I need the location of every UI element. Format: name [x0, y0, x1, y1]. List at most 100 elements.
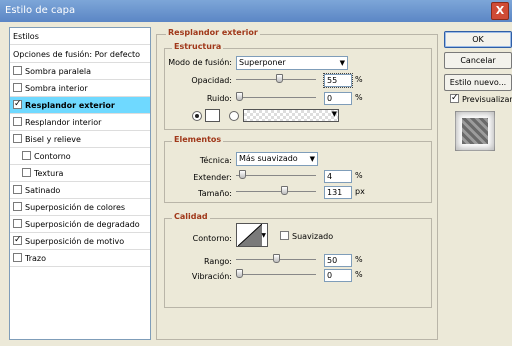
jitter-label: Vibración:: [191, 272, 232, 281]
spread-slider-thumb[interactable]: [239, 170, 246, 179]
styles-header[interactable]: Estilos: [10, 28, 150, 45]
style-list-item[interactable]: Superposición de degradado: [10, 216, 150, 233]
style-checkbox[interactable]: [13, 66, 22, 75]
jitter-input[interactable]: 0: [324, 269, 352, 282]
style-list-label: Superposición de degradado: [25, 220, 140, 229]
new-style-button[interactable]: Estilo nuevo...: [444, 74, 512, 91]
preview-label: Previsualizar: [462, 95, 512, 104]
style-list-label: Satinado: [25, 186, 61, 195]
gradient-radio[interactable]: [229, 111, 239, 121]
style-list-item[interactable]: Opciones de fusión: Por defecto: [10, 46, 150, 63]
antialias-label: Suavizado: [292, 232, 334, 241]
contour-preview-icon: [238, 224, 262, 246]
size-input[interactable]: 131: [324, 186, 352, 199]
style-checkbox[interactable]: [22, 168, 31, 177]
style-list-label: Textura: [34, 169, 64, 178]
close-button[interactable]: X: [491, 2, 509, 20]
solid-color-radio[interactable]: [192, 111, 202, 121]
style-checkbox[interactable]: [13, 253, 22, 262]
noise-unit: %: [355, 93, 363, 102]
style-checkbox[interactable]: [13, 83, 22, 92]
range-slider-thumb[interactable]: [273, 254, 280, 263]
style-preview: [455, 111, 495, 151]
style-checkbox[interactable]: [13, 134, 22, 143]
style-list-item[interactable]: Resplandor interior: [10, 114, 150, 131]
contour-picker[interactable]: ▼: [236, 223, 268, 247]
opacity-slider[interactable]: [236, 74, 316, 83]
style-checkbox[interactable]: [13, 185, 22, 194]
ok-button[interactable]: OK: [444, 31, 512, 48]
opacity-label: Opacidad:: [191, 76, 232, 85]
style-list-item[interactable]: Textura: [10, 165, 150, 182]
preview-checkbox-box[interactable]: ✓: [450, 94, 459, 103]
style-list-item[interactable]: Trazo: [10, 250, 150, 267]
jitter-slider[interactable]: [236, 269, 316, 278]
panel-title: Resplandor exterior: [166, 28, 260, 37]
blend-mode-select[interactable]: Superponer ▼: [236, 56, 348, 70]
size-label: Tamaño:: [198, 189, 232, 198]
technique-select[interactable]: Más suavizado ▼: [236, 152, 318, 166]
style-list-label: Superposición de motivo: [25, 237, 125, 246]
style-list-item[interactable]: Sombra paralela: [10, 63, 150, 80]
style-list-label: Sombra interior: [25, 84, 88, 93]
jitter-slider-thumb[interactable]: [236, 269, 243, 278]
chevron-down-icon: ▼: [339, 59, 345, 67]
style-list-item[interactable]: Bisel y relieve: [10, 131, 150, 148]
size-slider[interactable]: [236, 186, 316, 195]
style-list-item[interactable]: Superposición de colores: [10, 199, 150, 216]
window-title: Estilo de capa: [5, 5, 76, 16]
style-list-item[interactable]: Satinado: [10, 182, 150, 199]
title-bar: Estilo de capa X: [0, 0, 512, 22]
antialias-checkbox[interactable]: Suavizado: [280, 231, 334, 241]
preview-checkbox[interactable]: ✓ Previsualizar: [450, 94, 512, 104]
styles-header-label: Estilos: [13, 32, 39, 41]
noise-slider-thumb[interactable]: [236, 92, 243, 101]
style-list-item[interactable]: Contorno: [10, 148, 150, 165]
blend-mode-label: Modo de fusión:: [168, 58, 232, 67]
contour-label: Contorno:: [192, 234, 232, 243]
technique-label: Técnica:: [199, 156, 232, 165]
blend-mode-value: Superponer: [239, 58, 286, 67]
noise-input[interactable]: 0: [324, 92, 352, 105]
style-checkbox[interactable]: [13, 202, 22, 211]
range-slider[interactable]: [236, 254, 316, 263]
dialog-body: Estilos Opciones de fusión: Por defecto S…: [0, 22, 512, 346]
spread-slider[interactable]: [236, 170, 316, 179]
glow-color-swatch[interactable]: [205, 109, 220, 122]
structure-title: Estructura: [172, 42, 224, 51]
chevron-down-icon: ▼: [309, 155, 315, 163]
style-list-label: Trazo: [25, 254, 46, 263]
style-checkbox[interactable]: ✓: [13, 236, 22, 245]
chevron-down-icon: ▼: [261, 232, 266, 239]
jitter-unit: %: [355, 270, 363, 279]
opacity-slider-thumb[interactable]: [276, 74, 283, 83]
spread-input[interactable]: 4: [324, 170, 352, 183]
spread-unit: %: [355, 171, 363, 180]
style-checkbox[interactable]: [13, 117, 22, 126]
style-list-item[interactable]: ✓ Superposición de motivo: [10, 233, 150, 250]
technique-value: Más suavizado: [239, 154, 298, 163]
range-input[interactable]: 50: [324, 254, 352, 267]
antialias-checkbox-box[interactable]: [280, 231, 289, 240]
style-list-item[interactable]: ✓ Resplandor exterior: [10, 97, 150, 114]
style-checkbox[interactable]: ✓: [13, 100, 22, 109]
style-checkbox[interactable]: [22, 151, 31, 160]
preview-swatch: [462, 118, 488, 144]
style-list-label: Resplandor interior: [25, 118, 102, 127]
noise-slider[interactable]: [236, 92, 316, 101]
style-checkbox[interactable]: [13, 219, 22, 228]
style-list-label: Sombra paralela: [25, 67, 92, 76]
opacity-input[interactable]: 55: [323, 73, 353, 88]
noise-label: Ruido:: [206, 94, 232, 103]
range-unit: %: [355, 255, 363, 264]
opacity-unit: %: [355, 75, 363, 84]
close-icon: X: [495, 4, 505, 17]
layer-style-dialog: Estilo de capa X Estilos Opciones de fus…: [0, 0, 512, 346]
cancel-button[interactable]: Cancelar: [444, 52, 512, 69]
style-list-label: Superposición de colores: [25, 203, 126, 212]
quality-title: Calidad: [172, 212, 210, 221]
style-list-label: Resplandor exterior: [25, 101, 115, 110]
gradient-picker[interactable]: ▼: [243, 109, 339, 122]
style-list-item[interactable]: Sombra interior: [10, 80, 150, 97]
size-slider-thumb[interactable]: [281, 186, 288, 195]
